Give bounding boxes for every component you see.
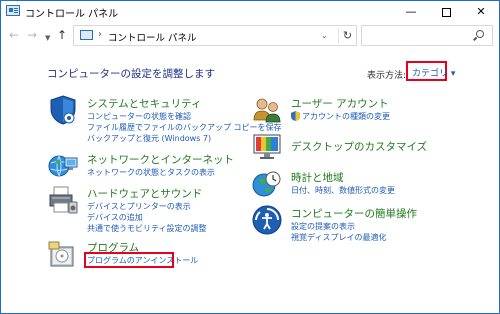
link-optimize-display[interactable]: 視覚ディスプレイの最適化 — [291, 232, 386, 243]
search-input[interactable] — [361, 25, 493, 46]
control-panel-icon — [80, 30, 93, 40]
link-check-status[interactable]: コンピューターの状態を確認 — [87, 111, 191, 122]
address-bar[interactable]: › コントロール パネル ⌄ ↻ — [73, 25, 357, 46]
programs-icon — [48, 241, 74, 267]
users-icon — [253, 98, 281, 123]
control-panel-window: コントロール パネル — ✕ ← → ▼ ↑ › コントロール パネル ⌄ ↻ … — [0, 0, 500, 314]
uac-shield-icon — [291, 111, 300, 121]
page-title: コンピューターの設定を調整します — [47, 68, 215, 80]
shield-icon — [50, 95, 76, 125]
category-title[interactable]: ハードウェアとサウンド — [87, 186, 202, 201]
link-mobility-settings[interactable]: 共通で使うモビリティ設定の調整 — [87, 223, 207, 234]
back-button[interactable]: ← — [9, 28, 19, 42]
ease-of-access-icon — [252, 205, 282, 235]
control-panel-icon — [6, 5, 20, 16]
close-button[interactable]: ✕ — [464, 1, 498, 23]
view-by-label: 表示方法: — [367, 71, 407, 81]
link-add-device[interactable]: デバイスの追加 — [87, 212, 143, 223]
view-by-dropdown[interactable]: カテゴリ ▾ — [406, 61, 455, 81]
title-bar: コントロール パネル — ✕ — [1, 1, 499, 23]
address-dropdown-icon[interactable]: ⌄ — [321, 31, 328, 40]
category-clock-region: 時計と地域 日付、時刻、数値形式の変更 — [251, 168, 451, 202]
link-change-account-type[interactable]: アカウントの種類の変更 — [302, 111, 390, 122]
category-title[interactable]: コンピューターの簡単操作 — [291, 206, 417, 221]
link-devices-printers[interactable]: デバイスとプリンターの表示 — [87, 201, 191, 212]
main-content: コンピューターの設定を調整します 表示方法: カテゴリ ▾ システムとセキュリテ… — [1, 49, 499, 313]
printer-icon — [49, 186, 78, 214]
category-title[interactable]: ユーザー アカウント — [291, 96, 389, 111]
category-title[interactable]: 時計と地域 — [291, 170, 344, 185]
network-globe-icon — [48, 155, 78, 177]
clock-globe-icon — [252, 171, 281, 197]
up-button[interactable]: ↑ — [57, 28, 67, 42]
category-title[interactable]: システムとセキュリティ — [87, 96, 202, 111]
forward-button[interactable]: → — [27, 28, 37, 42]
search-icon — [476, 30, 484, 38]
category-title[interactable]: ネットワークとインターネット — [87, 152, 234, 167]
category-ease-of-access: コンピューターの簡単操作 設定の提案の表示 視覚ディスプレイの最適化 — [251, 204, 451, 248]
recent-locations-button[interactable]: ▼ — [45, 31, 50, 45]
breadcrumb-separator: › — [98, 29, 102, 40]
link-suggested-settings[interactable]: 設定の提案の表示 — [291, 221, 355, 232]
category-hardware-sound: ハードウェアとサウンド デバイスとプリンターの表示 デバイスの追加 共通で使うモ… — [47, 184, 247, 234]
navigation-bar: ← → ▼ ↑ › コントロール パネル ⌄ ↻ — [1, 23, 499, 49]
link-date-time-format[interactable]: 日付、時刻、数値形式の変更 — [291, 185, 395, 196]
breadcrumb[interactable]: コントロール パネル — [108, 30, 197, 44]
desktop-colors-icon — [253, 134, 281, 159]
refresh-button[interactable]: ↻ — [338, 28, 356, 43]
category-system-security: システムとセキュリティ コンピューターの状態を確認 ファイル履歴でファイルのバッ… — [47, 94, 282, 144]
category-user-accounts: ユーザー アカウント アカウントの種類の変更 — [251, 94, 451, 124]
minimize-button[interactable]: — — [394, 1, 428, 23]
category-personalization: デスクトップのカスタマイズ — [251, 131, 451, 165]
window-title: コントロール パネル — [25, 9, 119, 20]
link-network-status[interactable]: ネットワークの状態とタスクの表示 — [87, 167, 215, 178]
link-backup-restore[interactable]: バックアップと復元 (Windows 7) — [87, 133, 211, 144]
maximize-icon — [441, 7, 451, 17]
category-title[interactable]: デスクトップのカスタマイズ — [291, 139, 427, 154]
uninstall-highlight-box — [84, 252, 174, 268]
category-network-internet: ネットワークとインターネット ネットワークの状態とタスクの表示 — [47, 150, 247, 184]
maximize-button[interactable] — [429, 1, 463, 23]
